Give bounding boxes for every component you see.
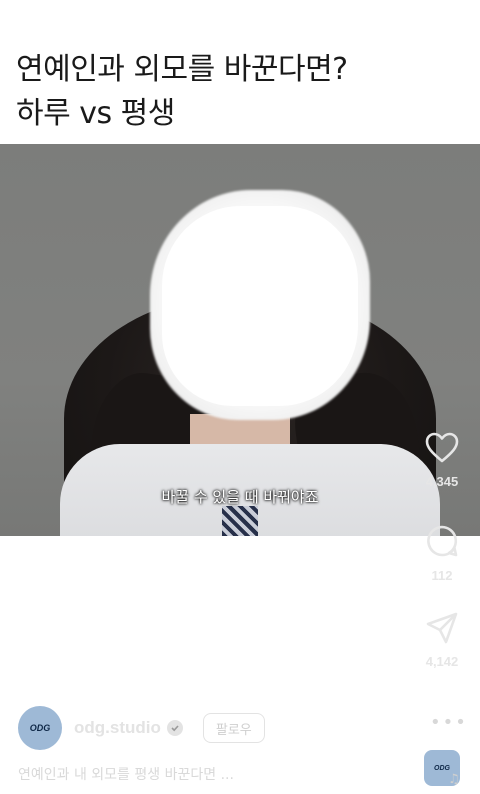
share-button[interactable]: 4,142 (412, 612, 472, 669)
send-icon (426, 612, 458, 644)
verified-badge-icon (166, 720, 183, 736)
share-count: 4,142 (425, 654, 459, 669)
video-subtitle: 바꿀 수 있을 때 바꿔야죠 (161, 488, 319, 506)
like-count: 4,345 (425, 474, 459, 489)
avatar-logo-text: ODG (29, 723, 51, 733)
comment-button[interactable]: 112 (412, 524, 472, 583)
post-caption[interactable]: 연예인과 내 외모를 평생 바꾼다면 ... (18, 764, 408, 784)
face-blur-core (162, 206, 358, 406)
audio-logo-text: ODG (434, 764, 450, 772)
follow-button[interactable]: 팔로우 (202, 713, 265, 743)
profile-row: ODG odg.studio 팔로우 (18, 706, 418, 750)
comment-count: 112 (431, 568, 453, 583)
post-title-line-1: 연예인과 외모를 바꾼다면? (16, 52, 348, 87)
more-dots-icon[interactable]: ••• (430, 712, 468, 733)
like-button[interactable]: 4,345 (412, 432, 472, 489)
post-title-line-2: 하루 vs 평생 (16, 96, 175, 131)
bottom-area (0, 536, 480, 794)
music-note-icon: ♫ (448, 772, 460, 787)
post-title: 연예인과 외모를 바꾼다면? 하루 vs 평생 (16, 48, 436, 136)
avatar[interactable]: ODG (18, 706, 62, 750)
video-frame-collar (222, 506, 258, 536)
comment-icon (427, 525, 458, 557)
video-player[interactable]: 바꿀 수 있을 때 바꿔야죠 (0, 144, 480, 536)
heart-icon (425, 432, 459, 463)
username[interactable]: odg.studio (74, 718, 161, 738)
